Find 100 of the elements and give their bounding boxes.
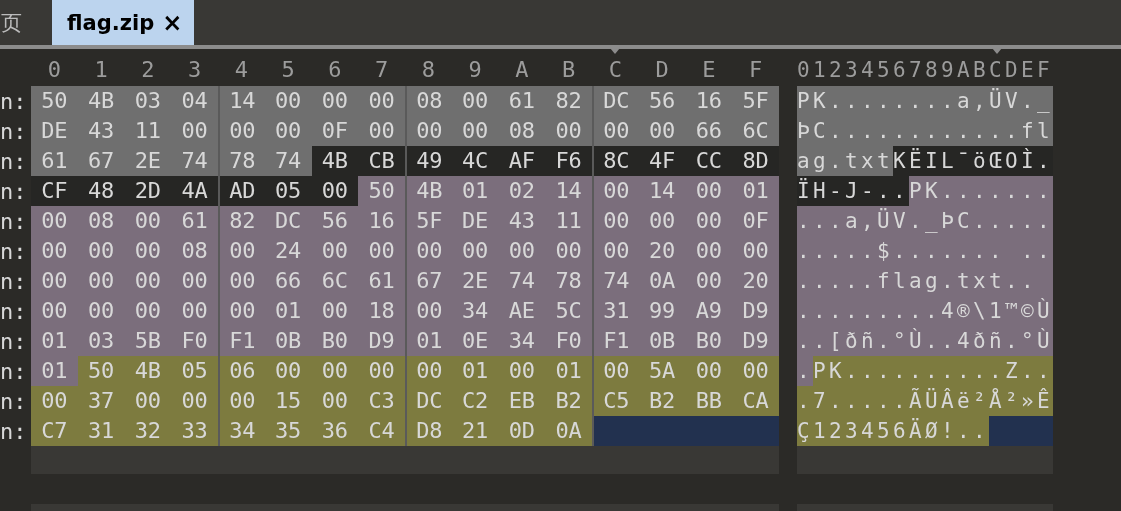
- hex-byte: 00: [31, 206, 78, 236]
- hex-byte: 00: [31, 266, 78, 296]
- address-label: n:: [0, 208, 28, 234]
- hex-byte: 74: [498, 266, 546, 296]
- ascii-text: .........4®\1™©Ù: [797, 296, 1053, 326]
- hex-byte: 0B: [638, 326, 686, 356]
- hex-byte: 00: [218, 116, 265, 146]
- hex-byte: 8C: [592, 146, 639, 176]
- hex-byte: 02: [498, 176, 546, 206]
- hex-byte: 5C: [545, 296, 592, 326]
- address-label: n:: [0, 238, 28, 264]
- hex-byte: 66: [264, 266, 312, 296]
- hex-byte: 49: [405, 146, 452, 176]
- hex-byte: DE: [451, 206, 499, 236]
- hex-byte: 14: [638, 176, 686, 206]
- column-header: 2: [140, 57, 156, 82]
- hex-byte: 01: [451, 356, 499, 386]
- hex-byte: B0: [311, 326, 359, 356]
- hex-byte: 61: [31, 146, 78, 176]
- address-label: n:: [0, 358, 28, 384]
- address-label: n:: [0, 148, 28, 174]
- hex-byte: 34: [451, 296, 499, 326]
- ascii-text: .....$....... ..: [797, 236, 1053, 266]
- hex-byte: 20: [732, 266, 779, 296]
- tab[interactable]: 页: [0, 0, 52, 45]
- address-label: n:: [0, 388, 28, 414]
- column-header: C: [607, 57, 623, 82]
- hex-byte: 00: [311, 236, 359, 266]
- hex-byte: 5F: [732, 86, 779, 116]
- address-label: n:: [0, 88, 28, 114]
- hex-byte: C7: [31, 416, 78, 446]
- hex-byte: 0F: [732, 206, 779, 236]
- hex-byte: 0E: [451, 326, 499, 356]
- hex-byte: 00: [732, 356, 779, 386]
- hex-byte: 00: [31, 296, 78, 326]
- hex-byte: 00: [592, 176, 639, 206]
- hex-byte: 00: [264, 116, 312, 146]
- hex-byte: CA: [732, 386, 779, 416]
- hex-byte: 00: [77, 266, 125, 296]
- ascii-text: PK.......: [909, 176, 1053, 206]
- hex-byte: CF: [31, 176, 78, 206]
- hex-byte: BB: [685, 386, 733, 416]
- hex-byte: 00: [124, 236, 172, 266]
- tab[interactable]: flag.zip ×: [52, 0, 195, 45]
- ascii-text: KËIL¯öŒOÌ.: [893, 146, 1053, 176]
- hex-byte: C2: [451, 386, 499, 416]
- hex-byte: CB: [358, 146, 405, 176]
- hex-byte: DE: [31, 116, 78, 146]
- hex-byte: 00: [592, 356, 639, 386]
- hex-byte: 61: [171, 206, 218, 236]
- hex-byte: B2: [638, 386, 686, 416]
- hex-byte: 00: [685, 206, 733, 236]
- close-icon[interactable]: ×: [162, 8, 183, 37]
- hex-byte: 01: [451, 176, 499, 206]
- hex-byte: 4C: [451, 146, 499, 176]
- ascii-text: PK........a,ÜV._: [797, 86, 1053, 116]
- hex-byte: C3: [358, 386, 405, 416]
- ascii-text: Ç123456ÄØ!..: [797, 416, 989, 446]
- hex-byte: 00: [592, 236, 639, 266]
- hex-byte: 67: [77, 146, 125, 176]
- hex-byte: 67: [405, 266, 452, 296]
- hex-byte: B0: [685, 326, 733, 356]
- hex-byte: 00: [545, 236, 592, 266]
- column-header: 4: [233, 57, 249, 82]
- column-header: 5: [280, 57, 296, 82]
- hex-byte: 00: [592, 116, 639, 146]
- address-label: n:: [0, 328, 28, 354]
- hex-byte: 05: [264, 176, 312, 206]
- hex-byte: 00: [498, 356, 546, 386]
- hex-byte: 74: [171, 146, 218, 176]
- hex-byte: 36: [311, 416, 359, 446]
- hex-byte: CC: [685, 146, 733, 176]
- hex-byte: 00: [31, 386, 78, 416]
- hex-byte: 00: [638, 206, 686, 236]
- hex-byte: 5F: [405, 206, 452, 236]
- hex-byte: 00: [218, 296, 265, 326]
- hex-byte: 18: [358, 296, 405, 326]
- ascii-text: .: [797, 356, 813, 386]
- hex-byte: 66: [685, 116, 733, 146]
- hex-byte: 00: [31, 236, 78, 266]
- hex-byte: 03: [77, 326, 125, 356]
- hex-byte: 78: [218, 146, 265, 176]
- column-header: 0123456789ABCDEF: [797, 58, 1054, 82]
- ascii-text: .7.....ÃÜÂë²Å²»Ê: [797, 386, 1053, 416]
- hex-byte: EB: [498, 386, 546, 416]
- hex-byte: 01: [264, 296, 312, 326]
- hex-byte: 16: [358, 206, 405, 236]
- hex-byte: F1: [592, 326, 639, 356]
- hex-byte: 08: [77, 206, 125, 236]
- hex-byte: 01: [31, 326, 78, 356]
- address-label: n:: [0, 178, 28, 204]
- hex-byte: 56: [311, 206, 359, 236]
- hex-byte: 31: [77, 416, 125, 446]
- hex-byte: 00: [311, 296, 359, 326]
- address-label: n:: [0, 268, 28, 294]
- hex-byte: 21: [451, 416, 499, 446]
- column-header: 0: [46, 57, 62, 82]
- hex-byte: 0A: [545, 416, 592, 446]
- hex-byte: 00: [77, 236, 125, 266]
- hex-byte: 00: [592, 206, 639, 236]
